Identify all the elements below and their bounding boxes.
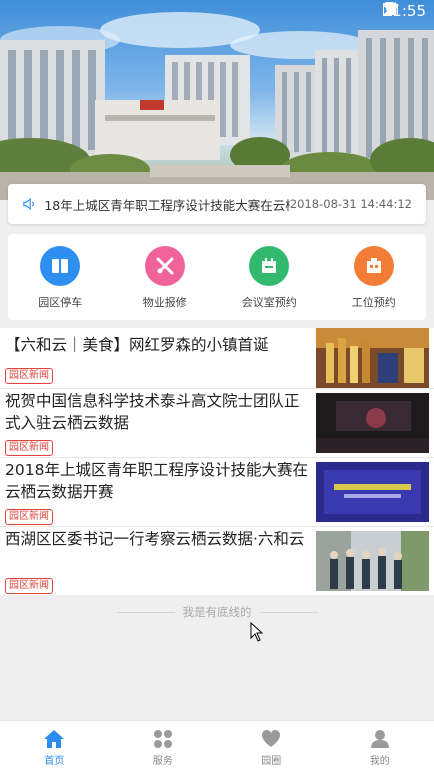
quick-action-parking[interactable]: 园区停车 — [8, 234, 113, 320]
user-icon — [370, 730, 389, 748]
news-item[interactable]: 【六和云｜美食】网红罗森的小镇首诞 园区新闻 — [0, 328, 434, 388]
tab-services[interactable]: 服务 — [109, 721, 218, 772]
tab-mine[interactable]: 我的 — [326, 721, 434, 772]
news-thumbnail — [316, 462, 429, 522]
quick-action-workstation[interactable]: 工位预约 — [322, 234, 427, 320]
news-title: 祝贺中国信息科学技术泰斗高文院士团队正式入驻云栖云数据 — [5, 392, 300, 432]
news-item[interactable]: 西湖区区委书记一行考察云栖云数据·六和云 园区新闻 — [0, 527, 434, 595]
ticker-text: 18年上城区青年职工程序设计技能大赛在云栖云 — [44, 197, 290, 213]
news-item[interactable]: 祝贺中国信息科学技术泰斗高文院士团队正式入驻云栖云数据 园区新闻 — [0, 389, 434, 457]
status-bar: 11:55 — [0, 0, 434, 24]
mouse-cursor-icon — [250, 622, 264, 642]
tab-home[interactable]: 首页 — [0, 721, 109, 772]
tab-label: 园圈 — [261, 756, 282, 767]
news-tag: 园区新闻 — [5, 368, 53, 384]
news-thumbnail — [316, 531, 429, 591]
parking-icon — [40, 246, 81, 286]
bottom-tab-bar: 首页 服务 园圈 我的 — [0, 720, 434, 772]
quick-actions: 园区停车 物业报修 会议室预约 工位预约 — [8, 234, 426, 320]
tab-label: 服务 — [152, 756, 173, 767]
end-of-list-text: 我是有底线的 — [182, 605, 252, 619]
workstation-icon — [353, 246, 394, 286]
calendar-icon — [249, 246, 290, 286]
hero-image — [0, 12, 434, 200]
quick-action-label: 会议室预约 — [241, 296, 297, 309]
heart-icon — [262, 730, 281, 747]
hero-banner[interactable]: 11:55 — [0, 0, 434, 200]
end-of-list-note: 我是有底线的 — [0, 604, 434, 620]
home-icon — [44, 730, 65, 748]
news-tag: 园区新闻 — [5, 509, 53, 525]
quick-action-label: 物业报修 — [142, 296, 187, 309]
quick-action-meeting-room[interactable]: 会议室预约 — [217, 234, 322, 320]
news-tag: 园区新闻 — [5, 440, 53, 456]
news-thumbnail — [316, 393, 429, 453]
quick-action-label: 园区停车 — [38, 296, 83, 309]
quick-action-repair[interactable]: 物业报修 — [113, 234, 218, 320]
news-ticker[interactable]: 18年上城区青年职工程序设计技能大赛在云栖云 2018-08-31 14:44:… — [8, 184, 426, 224]
news-thumbnail — [316, 328, 429, 388]
ticker-time: 2018-08-31 14:44:12 — [289, 197, 412, 211]
speaker-icon — [23, 197, 34, 211]
news-tag: 园区新闻 — [5, 578, 53, 594]
news-item[interactable]: 2018年上城区青年职工程序设计技能大赛在云栖云数据开赛 园区新闻 — [0, 458, 434, 526]
news-title: 【六和云｜美食】网红罗森的小镇首诞 — [5, 336, 269, 354]
quick-action-label: 工位预约 — [351, 296, 396, 309]
news-title: 西湖区区委书记一行考察云栖云数据·六和云 — [5, 530, 305, 548]
repair-tools-icon — [144, 246, 185, 286]
grid-icon — [153, 730, 172, 748]
battery-icon — [382, 2, 392, 16]
tab-label: 我的 — [369, 756, 390, 767]
news-title: 2018年上城区青年职工程序设计技能大赛在云栖云数据开赛 — [5, 461, 308, 501]
tab-circle[interactable]: 园圈 — [217, 721, 326, 772]
tab-label: 首页 — [44, 756, 65, 767]
